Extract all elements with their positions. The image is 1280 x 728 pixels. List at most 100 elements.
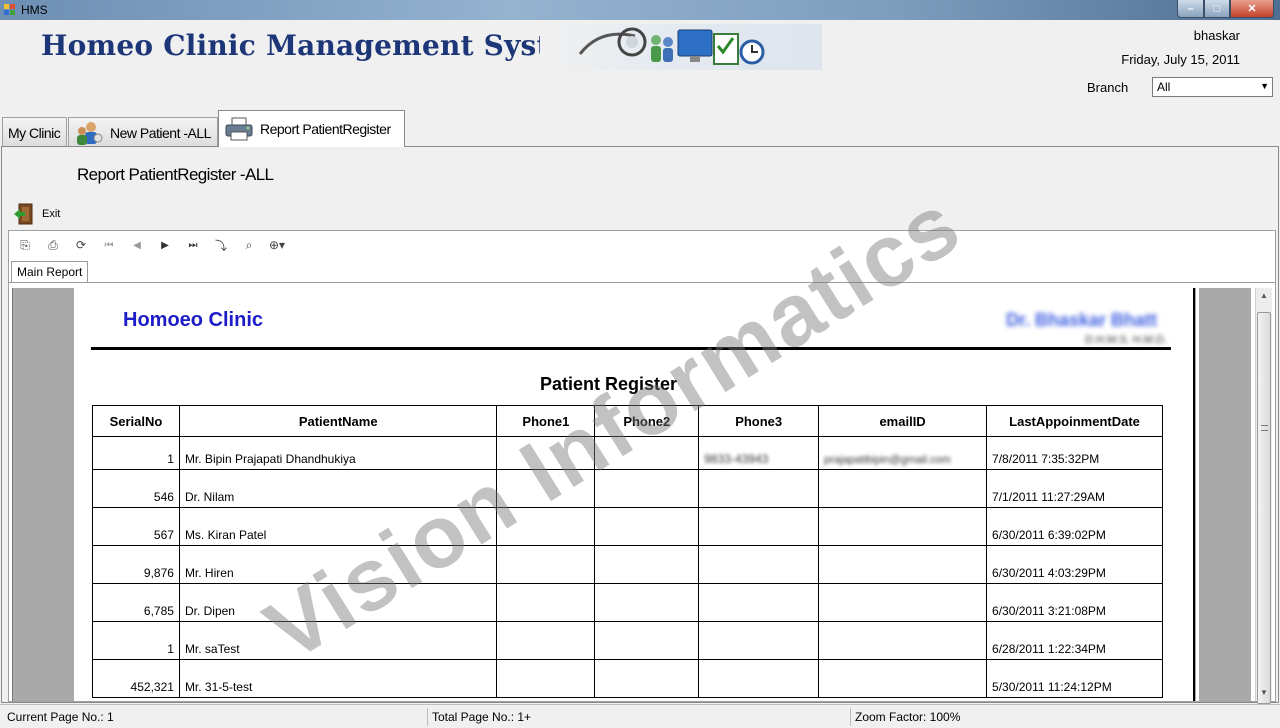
- last-appointment-cell: 7/8/2011 7:35:32PM: [986, 436, 1163, 470]
- content-panel: Report PatientRegister -ALL Exit ⎘ ⎙ ⟳ ⏮…: [1, 146, 1279, 704]
- last-appointment-cell: 7/1/2011 11:27:29AM: [986, 469, 1163, 508]
- table-row: 1 Mr. Bipin Prajapati Dhandhukiya 9833-4…: [92, 436, 1163, 470]
- tab-report-patient-register[interactable]: Report PatientRegister: [218, 110, 405, 147]
- next-page-icon[interactable]: ▶: [151, 234, 179, 256]
- patient-name-cell: Mr. 31-5-test: [178, 659, 498, 698]
- last-page-icon[interactable]: ⏭: [179, 234, 207, 256]
- phone2-cell: [594, 583, 700, 622]
- table-row: 567 Ms. Kiran Patel 6/30/2011 6:39:02PM: [92, 507, 1163, 546]
- divider: [9, 282, 1275, 283]
- report-canvas: Homoeo Clinic Dr. Bhaskar Bhatt D.H.M.S.…: [12, 288, 1196, 701]
- column-header: Phone2: [594, 405, 700, 437]
- medical-banner-icon: [578, 27, 765, 65]
- first-page-icon[interactable]: ⏮: [95, 234, 123, 256]
- patient-name-cell: Dr. Dipen: [178, 583, 498, 622]
- phone1-cell: [496, 659, 596, 698]
- table-header-row: SerialNo PatientName Phone1 Phone2 Phone…: [92, 405, 1163, 437]
- report-page: Homoeo Clinic Dr. Bhaskar Bhatt D.H.M.S.…: [74, 288, 1195, 701]
- print-icon[interactable]: ⎙: [39, 234, 67, 256]
- find-icon[interactable]: ⌕: [235, 234, 263, 256]
- phone2-cell: [594, 469, 700, 508]
- column-header: LastAppoinmentDate: [986, 405, 1163, 437]
- tab-label: New Patient -ALL: [110, 124, 211, 141]
- users-icon: [74, 120, 104, 146]
- app-heading: Homeo Clinic Management System: [41, 29, 598, 62]
- report-margin: [1199, 288, 1251, 701]
- total-page-status: Total Page No.: 1+: [429, 708, 851, 726]
- prev-page-icon[interactable]: ◀: [123, 234, 151, 256]
- tab-label: Report PatientRegister: [260, 121, 391, 137]
- phone1-cell: [496, 545, 596, 584]
- last-appointment-cell: 6/28/2011 1:22:34PM: [986, 621, 1163, 660]
- vertical-scrollbar[interactable]: ▲ ▼: [1255, 288, 1272, 704]
- user-name: bhaskar: [1193, 28, 1240, 43]
- current-page-status: Current Page No.: 1: [4, 708, 428, 726]
- zoom-icon[interactable]: ⊕▾: [263, 234, 291, 256]
- refresh-icon[interactable]: ⟳: [67, 234, 95, 256]
- table-row: 6,785 Dr. Dipen 6/30/2011 3:21:08PM: [92, 583, 1163, 622]
- serial-cell: 1: [92, 436, 180, 470]
- app-header: Homeo Clinic Management System bhaskar F…: [0, 20, 1280, 110]
- patient-register-table: SerialNo PatientName Phone1 Phone2 Phone…: [92, 405, 1163, 698]
- phone3-cell: [698, 469, 820, 508]
- column-header: emailID: [818, 405, 988, 437]
- exit-door-icon: [14, 203, 34, 225]
- serial-cell: 9,876: [92, 545, 180, 584]
- window-titlebar: HMS – □ ✕: [0, 0, 1280, 20]
- doctor-name: Dr. Bhaskar Bhatt: [1005, 310, 1157, 330]
- scroll-down-icon[interactable]: ▼: [1256, 685, 1272, 701]
- exit-button[interactable]: Exit: [14, 203, 60, 225]
- chevron-down-icon: ▼: [1260, 81, 1269, 91]
- page-title: Report PatientRegister -ALL: [77, 165, 274, 184]
- serial-cell: 1: [92, 621, 180, 660]
- phone2-cell: [594, 659, 700, 698]
- app-icon: [4, 4, 16, 16]
- divider: [91, 347, 1171, 350]
- export-icon[interactable]: ⎘: [11, 234, 39, 256]
- serial-cell: 6,785: [92, 583, 180, 622]
- phone3-cell: [698, 545, 820, 584]
- phone3-cell: [698, 621, 820, 660]
- phone3-cell: 9833-43943: [698, 436, 820, 470]
- phone1-cell: [496, 469, 596, 508]
- tab-main-report[interactable]: Main Report: [11, 261, 89, 283]
- window-title: HMS: [21, 3, 48, 17]
- phone1-cell: [496, 507, 596, 546]
- email-cell: [818, 583, 988, 622]
- banner-image: [540, 24, 822, 70]
- report-viewer: ⎘ ⎙ ⟳ ⏮ ◀ ▶ ⏭ ⤵ ⌕ ⊕▾ Main Report Homoeo …: [8, 230, 1276, 704]
- last-appointment-cell: 6/30/2011 6:39:02PM: [986, 507, 1163, 546]
- phone2-cell: [594, 507, 700, 546]
- minimize-button[interactable]: –: [1177, 0, 1204, 18]
- last-appointment-cell: 5/30/2011 11:24:12PM: [986, 659, 1163, 698]
- current-date: Friday, July 15, 2011: [1121, 52, 1240, 67]
- tab-label: My Clinic: [8, 124, 61, 141]
- column-header: Phone3: [698, 405, 820, 437]
- phone2-cell: [594, 621, 700, 660]
- column-header: Phone1: [496, 405, 596, 437]
- tab-new-patient[interactable]: New Patient -ALL: [68, 117, 218, 147]
- table-row: 9,876 Mr. Hiren 6/30/2011 4:03:29PM: [92, 545, 1163, 584]
- phone3-cell: [698, 659, 820, 698]
- branch-select[interactable]: All ▼: [1152, 77, 1273, 97]
- serial-cell: 452,321: [92, 659, 180, 698]
- email-cell: [818, 659, 988, 698]
- tab-my-clinic[interactable]: My Clinic: [2, 117, 67, 147]
- printer-icon: [224, 116, 254, 142]
- column-header: SerialNo: [92, 405, 180, 437]
- scrollbar-thumb[interactable]: [1257, 312, 1271, 704]
- patient-name-cell: Dr. Nilam: [178, 469, 498, 508]
- table-row: 452,321 Mr. 31-5-test 5/30/2011 11:24:12…: [92, 659, 1163, 698]
- maximize-button[interactable]: □: [1204, 0, 1230, 18]
- email-cell: [818, 469, 988, 508]
- patient-name-cell: Mr. Hiren: [178, 545, 498, 584]
- phone2-cell: [594, 436, 700, 470]
- phone3-cell: [698, 507, 820, 546]
- close-button[interactable]: ✕: [1230, 0, 1274, 18]
- goto-page-icon[interactable]: ⤵: [207, 234, 235, 256]
- branch-select-value: All: [1157, 80, 1171, 94]
- scroll-up-icon[interactable]: ▲: [1256, 288, 1272, 304]
- phone3-cell: [698, 583, 820, 622]
- serial-cell: 546: [92, 469, 180, 508]
- table-row: 546 Dr. Nilam 7/1/2011 11:27:29AM: [92, 469, 1163, 508]
